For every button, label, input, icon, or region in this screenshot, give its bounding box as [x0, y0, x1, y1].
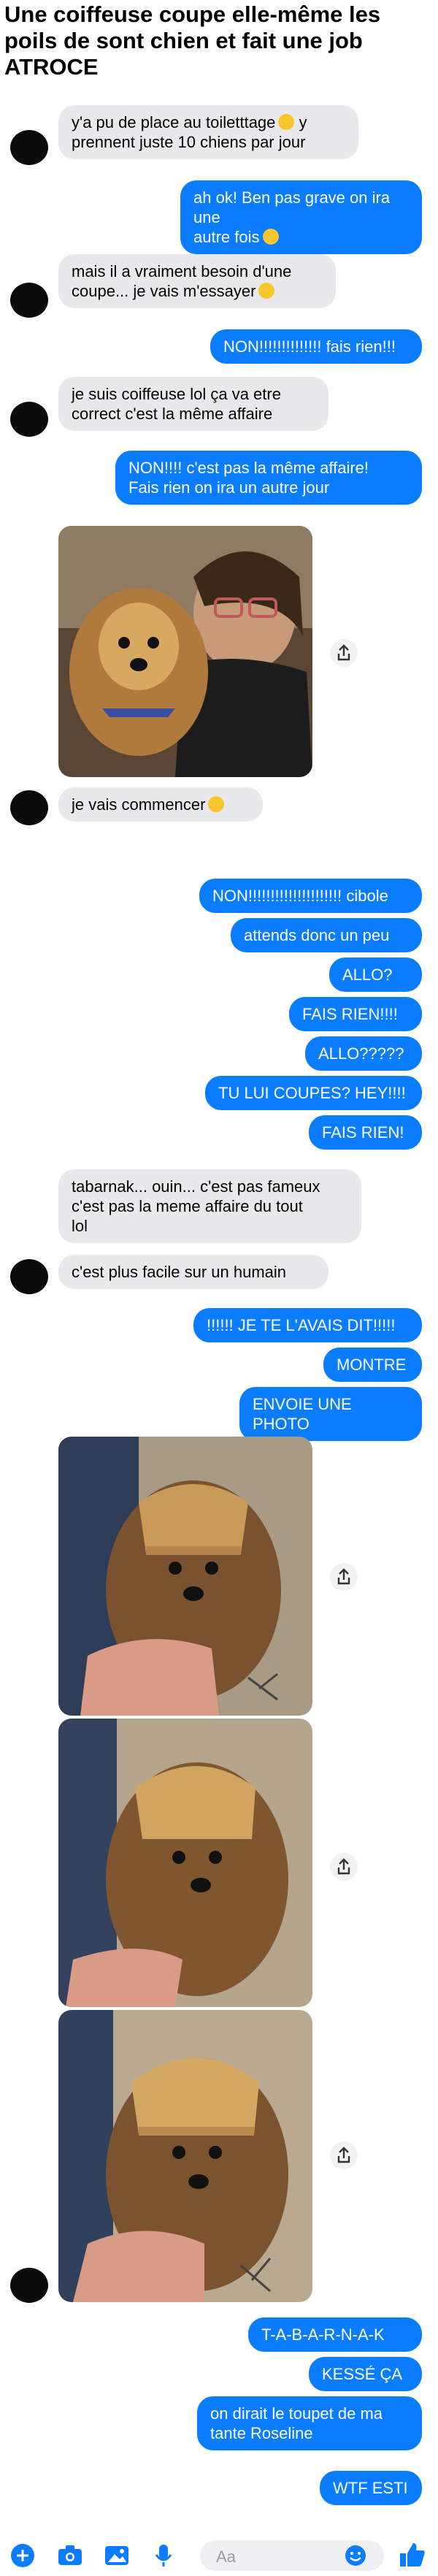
message-incoming: je suis coiffeuse lol ça va etre correct…	[58, 377, 328, 431]
message-text: ALLO?	[342, 966, 393, 984]
message-text: Fais rien on ira un autre jour	[128, 478, 330, 497]
avatar[interactable]	[10, 130, 48, 165]
message-incoming: mais il a vraiment besoin d'une coupe...…	[58, 254, 336, 308]
message-text: KESSÉ ÇA	[322, 2365, 403, 2383]
message-text: autre fois	[193, 228, 260, 246]
dog-haircut-photo-1	[58, 1437, 312, 1716]
message-outgoing: ALLO?	[329, 958, 422, 992]
message-text: FAIS RIEN!	[322, 1123, 404, 1142]
shared-photo[interactable]	[58, 2010, 312, 2302]
message-input-placeholder: Aa	[216, 2548, 236, 2566]
message-text: NON!!!!!!!!!!!!!!!!!!!!! cibole	[212, 887, 388, 905]
message-outgoing: FAIS RIEN!	[309, 1115, 422, 1150]
share-icon	[330, 1563, 358, 1591]
message-text: !!!!!! JE TE L'AVAIS DIT!!!!!	[207, 1316, 396, 1334]
avatar[interactable]	[10, 1259, 48, 1294]
message-text: c'est pas la meme affaire du tout	[72, 1197, 303, 1215]
share-button[interactable]	[330, 1853, 358, 1881]
message-text: T-A-B-A-R-N-A-K	[261, 2325, 385, 2344]
message-text: y	[299, 113, 307, 131]
emoji-icon[interactable]	[345, 2545, 366, 2567]
photo-icon[interactable]	[104, 2543, 130, 2568]
message-text: ah ok! Ben pas grave on ira une	[193, 188, 391, 226]
camera-icon[interactable]	[57, 2543, 83, 2568]
dog-haircut-photo-2	[58, 1719, 312, 2007]
message-outgoing: TU LUI COUPES? HEY!!!!	[205, 1076, 422, 1110]
message-text: NON!!!! c'est pas la même affaire!	[128, 459, 369, 477]
message-text: tante Roseline	[210, 2424, 313, 2442]
chat-thread[interactable]: y'a pu de place au toiletttage y prennen…	[0, 95, 438, 2534]
message-text: NON!!!!!!!!!!!!!! fais rien!!!	[223, 337, 396, 356]
message-text: WTF ESTI	[333, 2479, 408, 2497]
share-icon	[330, 2141, 358, 2169]
message-text: ENVOIE UNE PHOTO	[253, 1395, 352, 1433]
message-text: c'est plus facile sur un humain	[72, 1263, 287, 1281]
message-outgoing: NON!!!! c'est pas la même affaire! Fais …	[115, 451, 422, 505]
message-outgoing: T-A-B-A-R-N-A-K	[248, 2317, 422, 2352]
shared-photo[interactable]	[58, 1437, 312, 1716]
message-outgoing: ah ok! Ben pas grave on ira une autre fo…	[180, 180, 422, 254]
message-incoming: je vais commencer	[58, 787, 263, 822]
share-button[interactable]	[330, 1563, 358, 1591]
tongue-face-icon	[258, 283, 275, 299]
message-text: ALLO?????	[318, 1044, 404, 1063]
message-text: lol	[72, 1217, 88, 1235]
thumbs-up-icon[interactable]	[397, 2540, 426, 2569]
avatar[interactable]	[10, 790, 48, 825]
share-icon	[330, 639, 358, 667]
message-outgoing: FAIS RIEN!!!!	[289, 997, 422, 1031]
avatar[interactable]	[10, 402, 48, 437]
message-text: FAIS RIEN!!!!	[302, 1005, 398, 1023]
avatar[interactable]	[10, 2268, 48, 2303]
message-text: correct c'est la même affaire	[72, 405, 273, 423]
share-icon	[330, 1853, 358, 1881]
smile-icon	[262, 229, 279, 245]
shared-photo[interactable]	[58, 1719, 312, 2007]
message-text: coupe... je vais m'essayer	[72, 282, 256, 300]
plus-icon[interactable]	[10, 2543, 35, 2568]
mic-icon[interactable]	[153, 2543, 174, 2568]
message-text: prennent juste 10 chiens par jour	[72, 133, 306, 151]
message-text: je vais commencer	[72, 795, 206, 814]
message-outgoing: ENVOIE UNE PHOTO	[239, 1387, 422, 1441]
message-outgoing: KESSÉ ÇA	[309, 2357, 422, 2391]
message-outgoing: on dirait le toupet de ma tante Roseline	[197, 2396, 422, 2450]
message-text: tabarnak... ouin... c'est pas fameux	[72, 1177, 320, 1196]
message-outgoing: attends donc un peu	[231, 918, 422, 952]
dog-haircut-photo-3	[58, 2010, 312, 2302]
message-outgoing: NON!!!!!!!!!!!!!! fais rien!!!	[210, 329, 422, 364]
share-button[interactable]	[330, 639, 358, 667]
message-incoming: y'a pu de place au toiletttage y prennen…	[58, 105, 358, 159]
avatar[interactable]	[10, 283, 48, 318]
message-text: y'a pu de place au toiletttage	[72, 113, 276, 131]
message-text: MONTRE	[337, 1356, 407, 1374]
message-text: on dirait le toupet de ma	[210, 2404, 383, 2423]
message-text: mais il a vraiment besoin d'une	[72, 262, 292, 280]
dog-selfie-image	[58, 526, 312, 777]
message-outgoing: ALLO?????	[305, 1036, 422, 1071]
message-outgoing: NON!!!!!!!!!!!!!!!!!!!!! cibole	[199, 879, 422, 913]
message-text: attends donc un peu	[244, 926, 390, 944]
shared-photo[interactable]	[58, 526, 312, 777]
grimace-icon	[208, 796, 225, 812]
message-incoming: tabarnak... ouin... c'est pas fameux c'e…	[58, 1169, 361, 1243]
message-outgoing: MONTRE	[323, 1348, 422, 1382]
composer-bar: Aa	[0, 2534, 438, 2576]
share-button[interactable]	[330, 2141, 358, 2169]
message-text: TU LUI COUPES? HEY!!!!	[218, 1084, 406, 1102]
message-outgoing: !!!!!! JE TE L'AVAIS DIT!!!!!	[193, 1308, 422, 1342]
message-outgoing: WTF ESTI	[320, 2471, 422, 2505]
sad-face-icon	[278, 114, 295, 130]
post-title: Une coiffeuse coupe elle-même les poils …	[4, 1, 381, 80]
message-incoming: c'est plus facile sur un humain	[58, 1255, 328, 1289]
message-text: je suis coiffeuse lol ça va etre	[72, 385, 281, 403]
